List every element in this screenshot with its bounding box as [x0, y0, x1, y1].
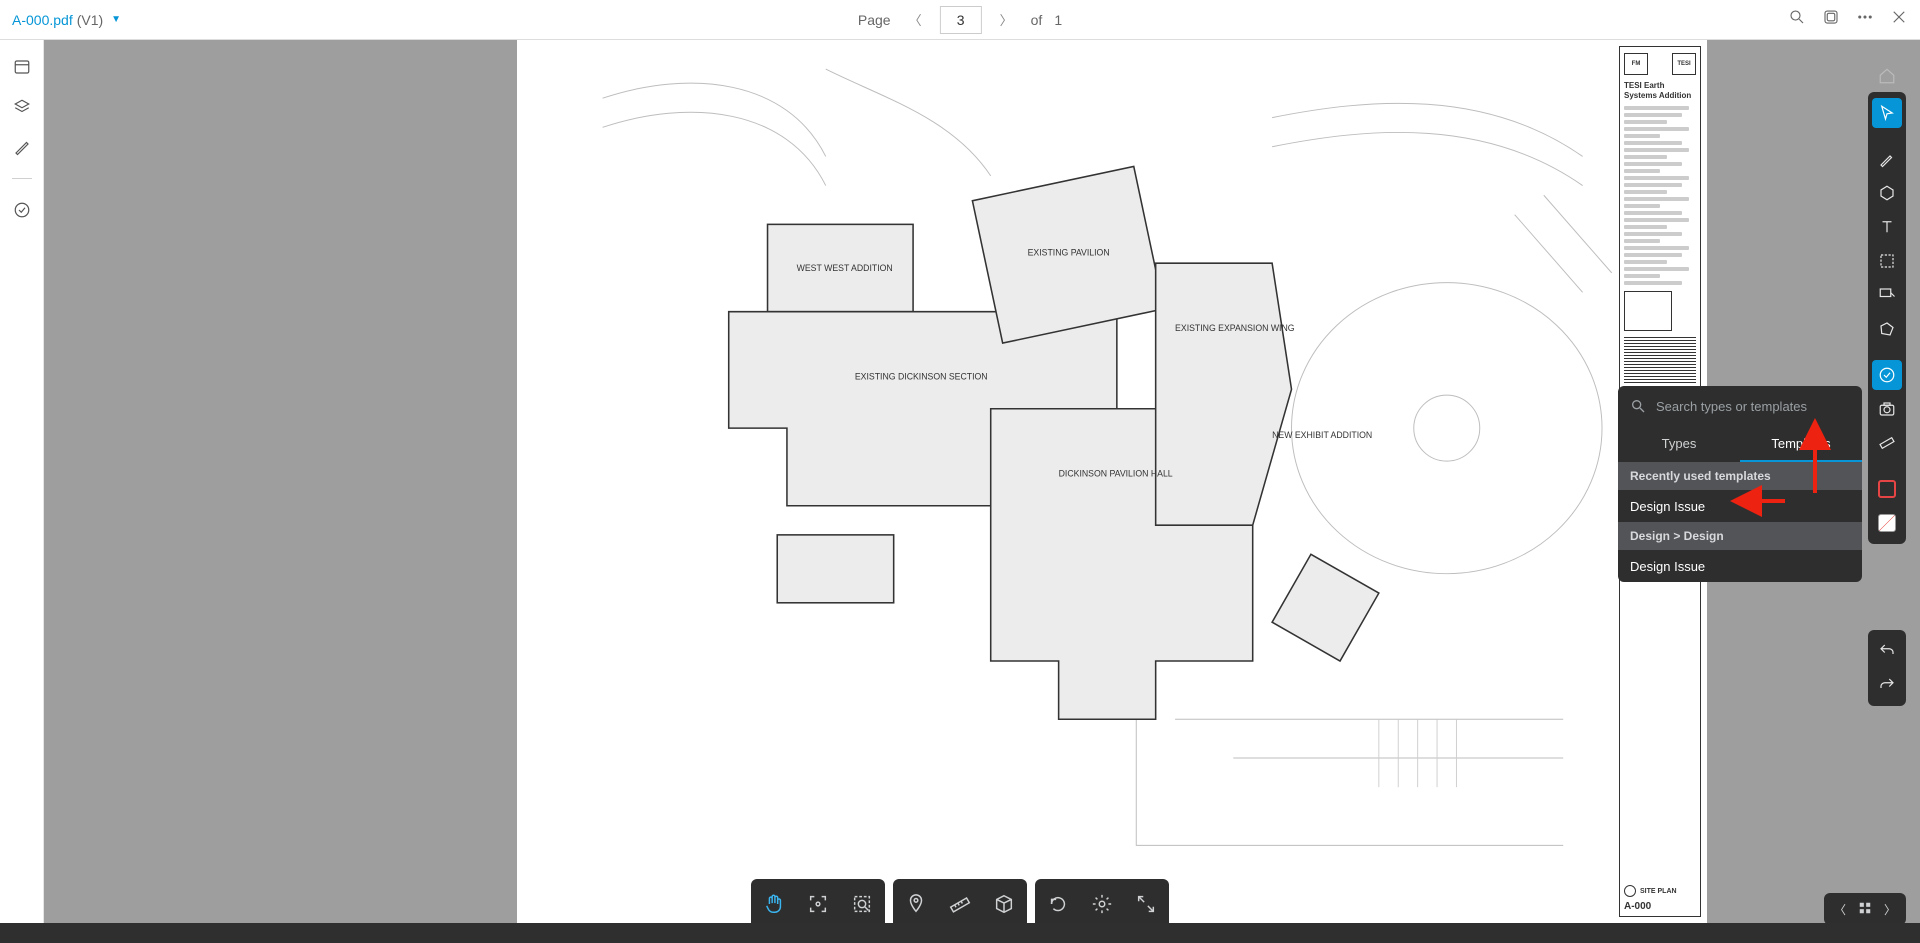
sheet-name: SITE PLAN [1640, 888, 1677, 895]
pane-next-icon[interactable]: 〉 [1884, 901, 1896, 918]
hand-icon[interactable] [763, 893, 785, 915]
chevron-down-icon: ▼ [111, 14, 121, 25]
polygon-icon[interactable] [1872, 314, 1902, 344]
svg-text:EXISTING EXPANSION WING: EXISTING EXPANSION WING [1175, 323, 1295, 333]
template-item-design-issue[interactable]: Design Issue [1618, 550, 1862, 582]
section-design: Design > Design [1618, 522, 1862, 550]
markup-tool-rail [1868, 92, 1906, 544]
expand-icon[interactable] [1135, 893, 1157, 915]
ruler-icon[interactable] [949, 893, 971, 915]
site-plan-drawing: WEST WEST ADDITION EXISTING DICKINSON SE… [517, 40, 1707, 923]
close-icon[interactable] [1890, 8, 1908, 31]
pane-control: 〈 〉 [1824, 893, 1906, 925]
page-label: Page [858, 12, 891, 28]
text-icon[interactable] [1872, 212, 1902, 242]
undo-icon[interactable] [1872, 636, 1902, 666]
svg-text:NEW EXHIBIT ADDITION: NEW EXHIBIT ADDITION [1272, 430, 1372, 440]
home-icon[interactable] [1868, 64, 1906, 88]
pen-tool-icon[interactable] [1872, 144, 1902, 174]
logo-left: FM [1624, 53, 1648, 75]
stroke-color-swatch[interactable] [1872, 474, 1902, 504]
left-rail [0, 40, 44, 943]
section-recent-templates: Recently used templates [1618, 462, 1862, 490]
search-icon [1630, 398, 1646, 414]
key-plan-thumb [1624, 291, 1672, 331]
svg-text:DICKINSON PAVILION HALL: DICKINSON PAVILION HALL [1059, 469, 1173, 479]
tab-templates[interactable]: Templates [1740, 426, 1862, 462]
bottom-group-2 [893, 879, 1027, 929]
page-next-button[interactable]: 〉 [994, 6, 1019, 33]
page-prev-button[interactable]: 〈 [903, 6, 928, 33]
undo-redo-rail [1868, 630, 1906, 706]
logo-right: TESI [1672, 53, 1696, 75]
svg-text:EXISTING DICKINSON SECTION: EXISTING DICKINSON SECTION [855, 372, 988, 382]
cursor-icon[interactable] [1872, 98, 1902, 128]
lasso-zoom-icon[interactable] [851, 893, 873, 915]
north-arrow-icon [1624, 885, 1636, 897]
marquee-icon[interactable] [1872, 246, 1902, 276]
svg-text:EXISTING PAVILION: EXISTING PAVILION [1028, 247, 1110, 257]
search-icon[interactable] [1788, 8, 1806, 31]
template-item-recent-design-issue[interactable]: Design Issue [1618, 490, 1862, 522]
template-search-input[interactable] [1656, 399, 1850, 414]
page-navigator: Page 〈 〉 of 1 [858, 6, 1062, 34]
footer-strip [0, 923, 1920, 943]
file-dropdown[interactable]: A-000.pdf (V1) ▼ [0, 12, 121, 28]
popup-tabs: Types Templates [1618, 426, 1862, 462]
sheet-number: A-000 [1624, 901, 1696, 912]
file-version: (V1) [77, 12, 103, 28]
layers-icon[interactable] [13, 98, 31, 116]
bottom-toolbars [751, 879, 1169, 929]
callout-icon[interactable] [1872, 280, 1902, 310]
issue-template-popup: Types Templates Recently used templates … [1618, 386, 1862, 582]
page-of-label: of [1031, 12, 1043, 28]
bottom-group-3 [1035, 879, 1169, 929]
gear-icon[interactable] [1091, 893, 1113, 915]
svg-text:WEST WEST ADDITION: WEST WEST ADDITION [797, 263, 893, 273]
check-circle-icon[interactable] [13, 201, 31, 219]
measure-icon[interactable] [1872, 428, 1902, 458]
fill-color-swatch[interactable] [1872, 508, 1902, 538]
pane-prev-icon[interactable]: 〈 [1834, 901, 1846, 918]
rotate-icon[interactable] [1047, 893, 1069, 915]
pin-icon[interactable] [905, 893, 927, 915]
hexagon-icon[interactable] [1872, 178, 1902, 208]
pane-grid-icon[interactable] [1858, 901, 1872, 918]
popup-search-row [1618, 386, 1862, 426]
focus-icon[interactable] [807, 893, 829, 915]
top-header: A-000.pdf (V1) ▼ Page 〈 〉 of 1 [0, 0, 1920, 40]
document-sheet[interactable]: WEST WEST ADDITION EXISTING DICKINSON SE… [517, 40, 1707, 923]
page-total: 1 [1054, 12, 1062, 28]
window-icon[interactable] [1822, 8, 1840, 31]
file-name: A-000.pdf [12, 12, 73, 28]
more-icon[interactable] [1856, 8, 1874, 31]
page-number-input[interactable] [940, 6, 982, 34]
issue-circle-icon[interactable] [1872, 360, 1902, 390]
header-right-controls [1788, 8, 1908, 31]
redo-icon[interactable] [1872, 670, 1902, 700]
pen-icon[interactable] [13, 138, 31, 156]
bottom-group-1 [751, 879, 885, 929]
tab-types[interactable]: Types [1618, 426, 1740, 462]
panel-icon[interactable] [13, 58, 31, 76]
project-title: TESI Earth Systems Addition [1624, 81, 1696, 100]
cube-icon[interactable] [993, 893, 1015, 915]
camera-icon[interactable] [1872, 394, 1902, 424]
divider [12, 178, 32, 179]
